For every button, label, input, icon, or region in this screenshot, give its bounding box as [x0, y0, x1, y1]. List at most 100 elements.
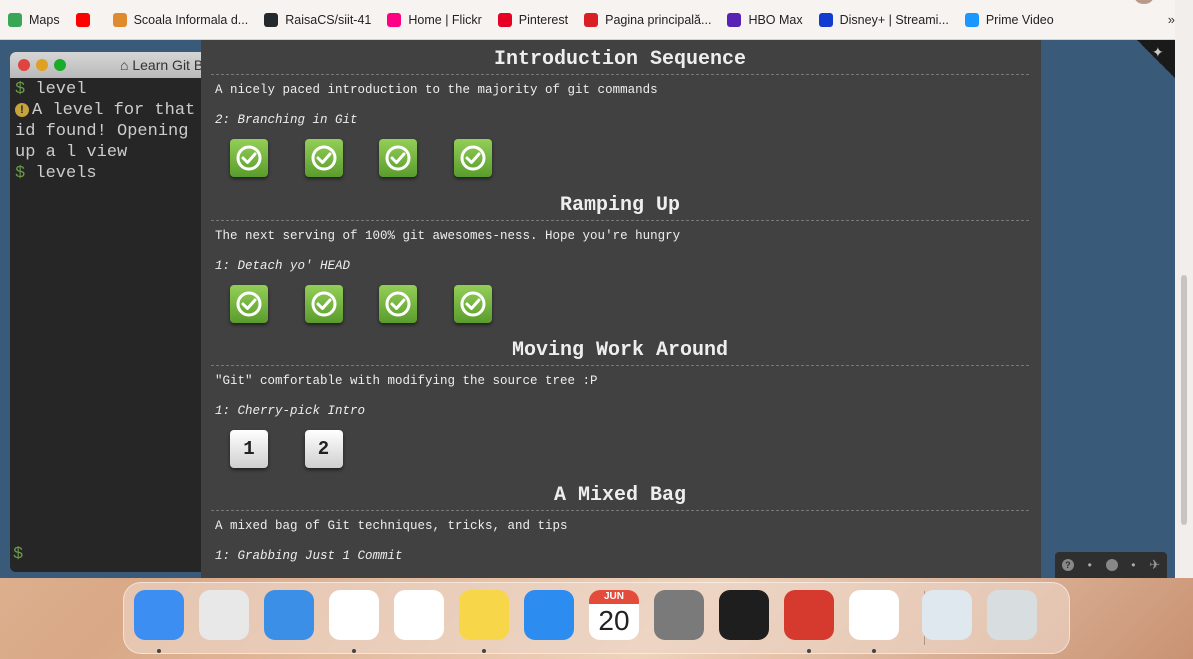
notes-icon[interactable] [459, 590, 509, 640]
sequence-description: A mixed bag of Git techniques, tricks, a… [215, 519, 568, 533]
checkmark-icon [460, 145, 485, 171]
figma-icon[interactable] [719, 590, 769, 640]
separator: • [1131, 558, 1136, 572]
bookmark-label: Disney+ | Streami... [839, 12, 949, 27]
level-completed-button[interactable] [379, 139, 417, 177]
bookmark-label: Home | Flickr [408, 12, 482, 27]
level-sequence: Ramping Up The next serving of 100% git a… [211, 194, 1029, 345]
settings-icon[interactable]: ✦ [1152, 44, 1168, 60]
vscode-icon[interactable] [849, 590, 899, 640]
bookmark-github[interactable]: RaisaCS/siit-41 [264, 12, 372, 27]
selected-level-name: 1: Cherry-pick Intro [215, 404, 366, 418]
bookmark-disney[interactable]: Disney+ | Streami... [818, 12, 949, 27]
maps-icon [8, 12, 22, 27]
level-sequence: Introduction Sequence A nicely paced intr… [211, 48, 1029, 199]
globe-icon[interactable] [1105, 559, 1118, 571]
calendar-day: 20 [598, 605, 630, 636]
sequence-title: Ramping Up [211, 194, 1029, 221]
level-button[interactable]: 1 [230, 430, 268, 468]
launchpad-icon[interactable] [199, 590, 249, 640]
hbo-max-icon [727, 12, 742, 27]
level-button[interactable]: 2 [304, 430, 343, 468]
prompt-symbol: $ [15, 164, 26, 183]
bookmarks-overflow-button[interactable]: » [1168, 12, 1175, 27]
level-completed-button[interactable] [379, 285, 417, 323]
bookmark-label: Prime Video [985, 12, 1054, 27]
bookmark-pinterest[interactable]: Pinterest [497, 12, 569, 27]
separator: • [1087, 558, 1092, 572]
level-completed-button[interactable] [453, 285, 492, 323]
twitter-icon[interactable]: ✈ [1149, 557, 1160, 573]
levels-dialog: Introduction Sequence A nicely paced intr… [201, 40, 1041, 578]
finder-icon[interactable] [134, 590, 184, 640]
bookmark-scoala[interactable]: Scoala Informala d... [112, 12, 248, 27]
helper-bar: ? • • ✈ [1055, 552, 1167, 578]
level-buttons [211, 575, 1029, 578]
checkmark-icon [236, 145, 262, 171]
trash-icon[interactable] [987, 590, 1037, 640]
calendar-icon[interactable]: JUN 20 [589, 590, 639, 640]
bookmarks-bar: Maps Scoala Informala d... RaisaCS/siit-41… [0, 0, 1175, 40]
system-preferences-icon[interactable] [654, 590, 704, 640]
bookmark-wikipedia-netflix[interactable]: Pagina principală... [584, 12, 711, 27]
photos-icon[interactable] [394, 590, 444, 640]
wikipedia-netflix-icon [584, 12, 599, 27]
selected-level-name: 1: Detach yo' HEAD [215, 259, 351, 273]
running-indicator [482, 649, 486, 653]
bookmark-flickr[interactable]: Home | Flickr [387, 12, 482, 27]
sequence-description: "Git" comfortable with modifying the sou… [215, 374, 598, 388]
terminal-window[interactable]: ⌂ Learn Git B $ level ! A level for that … [10, 52, 220, 572]
sequence-title: A Mixed Bag [211, 484, 1029, 511]
terminal-title: ⌂ Learn Git B [120, 57, 204, 73]
sequence-description: The next serving of 100% git awesomes-ne… [215, 229, 681, 243]
checkmark-icon [385, 145, 411, 171]
terminal-output: $ level ! A level for that id found! Open… [10, 78, 220, 185]
app-store-icon[interactable] [524, 590, 574, 640]
running-indicator [352, 649, 356, 653]
home-icon: ⌂ [120, 57, 133, 73]
prime-video-icon [964, 12, 979, 27]
scrollbar-thumb[interactable] [1181, 275, 1187, 525]
bookmark-maps[interactable]: Maps [8, 12, 60, 27]
checkmark-icon [311, 291, 336, 317]
level-completed-button[interactable] [230, 139, 268, 177]
level-buttons [211, 139, 1029, 199]
warning-message: A level for that id found! Opening up a … [15, 101, 196, 162]
sequence-description: A nicely paced introduction to the major… [215, 83, 658, 97]
bookmark-label: HBO Max [748, 12, 803, 27]
level-completed-button[interactable] [304, 285, 343, 323]
level-completed-button[interactable] [230, 285, 268, 323]
level-sequence: A Mixed Bag A mixed bag of Git techniques… [211, 484, 1029, 578]
level-completed-button[interactable] [453, 139, 492, 177]
running-indicator [807, 649, 811, 653]
sequence-title: Moving Work Around [211, 339, 1029, 366]
checkmark-icon [385, 291, 411, 317]
selected-level-name: 2: Branching in Git [215, 113, 358, 127]
minimize-button[interactable] [36, 59, 48, 71]
help-icon[interactable]: ? [1061, 559, 1074, 571]
chrome-icon[interactable] [329, 590, 379, 640]
disney-icon [818, 12, 833, 27]
command-line: levels [35, 164, 97, 183]
level-completed-button[interactable] [304, 139, 343, 177]
running-indicator [872, 649, 876, 653]
bookmark-youtube[interactable] [75, 12, 97, 27]
mail-icon[interactable] [264, 590, 314, 640]
recent-document-icon[interactable] [922, 590, 972, 640]
checkmark-icon [236, 291, 262, 317]
bookmark-label: RaisaCS/siit-41 [285, 12, 372, 27]
pinterest-icon [497, 12, 512, 27]
warning-icon: ! [15, 103, 29, 117]
github-icon [264, 12, 279, 27]
level-buttons: 12 [211, 430, 1029, 490]
zoom-button[interactable] [54, 59, 66, 71]
terminal-titlebar: ⌂ Learn Git B [10, 52, 220, 78]
prompt-symbol: $ [15, 80, 26, 99]
git-app-icon[interactable] [784, 590, 834, 640]
close-button[interactable] [18, 59, 30, 71]
bookmark-hbo-max[interactable]: HBO Max [727, 12, 803, 27]
page-scrollbar[interactable] [1175, 0, 1193, 578]
input-prompt[interactable]: $ [13, 545, 23, 564]
bookmark-prime-video[interactable]: Prime Video [964, 12, 1054, 27]
bookmark-label: Pinterest [518, 12, 569, 27]
